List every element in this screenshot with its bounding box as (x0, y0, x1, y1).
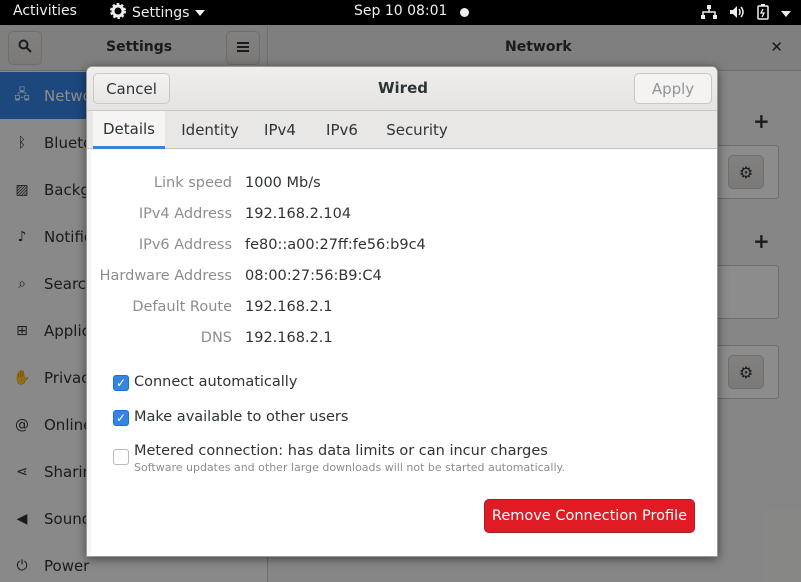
ipv6-address-value: fe80::a00:27ff:fe56:b9c4 (245, 237, 426, 253)
connect-automatically-label: Connect automatically (134, 374, 298, 390)
network-icon (701, 5, 717, 23)
app-menu[interactable]: Settings (110, 3, 206, 23)
app-menu-label: Settings (132, 5, 190, 21)
connect-automatically-checkbox[interactable]: ✓ Connect automatically (113, 374, 297, 391)
link-speed-label: Link speed (153, 175, 232, 191)
tab-security[interactable]: Security (381, 111, 453, 149)
tab-identity[interactable]: Identity (175, 111, 245, 149)
system-tray[interactable] (701, 4, 791, 24)
default-route-value: 192.168.2.1 (245, 299, 333, 315)
caret-down-icon (195, 10, 206, 16)
wired-dialog: Cancel Wired Apply Details Identity IPv4… (86, 66, 718, 557)
default-route-label: Default Route (132, 299, 232, 315)
volume-icon (729, 5, 745, 23)
top-bar: Activities Settings Sep 10 08:01 (0, 0, 801, 25)
tab-details[interactable]: Details (93, 111, 165, 149)
ipv6-address-label: IPv6 Address (138, 237, 232, 253)
metered-connection-checkbox[interactable]: Metered connection: has data limits or c… (113, 443, 565, 474)
unchecked-box-icon (113, 449, 129, 465)
link-speed-value: 1000 Mb/s (245, 175, 321, 191)
dialog-title: Wired (378, 79, 428, 97)
available-to-others-label: Make available to other users (134, 409, 349, 425)
clock[interactable]: Sep 10 08:01 (354, 3, 447, 19)
tab-bar: Details Identity IPv4 IPv6 Security (87, 111, 717, 149)
hardware-address-value: 08:00:27:56:B9:C4 (245, 268, 382, 284)
ipv4-address-value: 192.168.2.104 (245, 206, 352, 222)
tab-ipv4[interactable]: IPv4 (257, 111, 303, 149)
remove-connection-profile-button[interactable]: Remove Connection Profile (484, 499, 695, 533)
battery-icon (757, 4, 769, 24)
hardware-address-label: Hardware Address (99, 268, 232, 284)
chevron-down-icon (781, 11, 791, 17)
details-page: Link speed 1000 Mb/s IPv4 Address 192.16… (91, 150, 717, 556)
check-icon: ✓ (113, 410, 129, 426)
tab-ipv6[interactable]: IPv6 (319, 111, 365, 149)
available-to-others-checkbox[interactable]: ✓ Make available to other users (113, 409, 348, 426)
check-icon: ✓ (113, 375, 129, 391)
dns-label: DNS (200, 330, 232, 346)
notification-dot-icon (460, 8, 469, 17)
metered-connection-text: Metered connection: has data limits or c… (134, 443, 565, 474)
metered-connection-description: Software updates and other large downloa… (134, 461, 565, 474)
apply-button[interactable]: Apply (634, 73, 712, 104)
dialog-header: Cancel Wired Apply (87, 67, 717, 111)
activities-button[interactable]: Activities (13, 3, 77, 19)
gear-icon (110, 3, 126, 23)
ipv4-address-label: IPv4 Address (138, 206, 232, 222)
dns-value: 192.168.2.1 (245, 330, 333, 346)
metered-connection-label: Metered connection: has data limits or c… (134, 443, 548, 459)
